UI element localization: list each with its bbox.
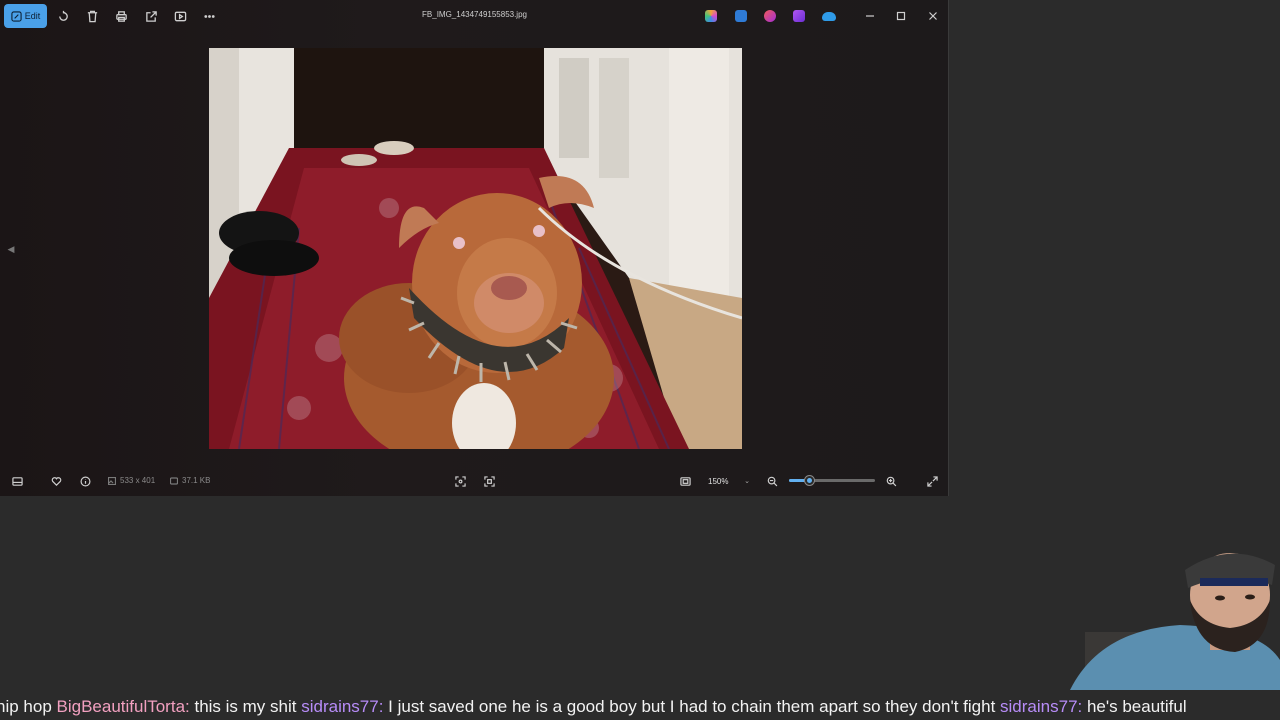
- dog-photo: [209, 48, 742, 449]
- chat-message-text: this is my shit: [189, 697, 302, 716]
- previous-photo-button[interactable]: ◀: [4, 240, 18, 258]
- zoom-slider[interactable]: [789, 475, 875, 486]
- close-button[interactable]: [918, 4, 948, 28]
- zoom-in-button[interactable]: [882, 472, 900, 490]
- chevron-left-icon: ◀: [7, 243, 15, 254]
- share-button[interactable]: [139, 4, 163, 28]
- zoom-level-dropdown[interactable]: 150% ⌄: [700, 471, 756, 491]
- favorite-button[interactable]: [47, 472, 65, 490]
- title-bar: Edit FB_IMG_1434749155853.jpg: [0, 0, 949, 32]
- zoom-slider-thumb[interactable]: [803, 475, 815, 486]
- rotate-icon: [58, 10, 68, 21]
- filmstrip-button[interactable]: [8, 472, 26, 490]
- edit-label: Edit: [24, 11, 41, 21]
- maximize-icon: [896, 11, 906, 21]
- designer-app-icon[interactable]: [735, 10, 747, 22]
- storage-icon: [170, 476, 178, 485]
- info-icon: [80, 476, 90, 486]
- file-size-text: 37.1 KB: [182, 476, 211, 485]
- clipchamp-app-icon[interactable]: [764, 10, 776, 22]
- chat-message-text: he's beautiful: [1082, 697, 1187, 716]
- select-button[interactable]: [480, 472, 498, 490]
- share-icon: [145, 10, 157, 22]
- minimize-button[interactable]: [855, 4, 885, 28]
- delete-icon: [87, 10, 97, 22]
- image-icon: [108, 476, 116, 485]
- copilot-app-icon[interactable]: [705, 10, 717, 22]
- more-icon: [203, 14, 215, 18]
- chat-message-text: I just saved one he is a good boy but I …: [383, 697, 1001, 716]
- zoom-out-icon: [767, 476, 777, 486]
- scan-icon: [483, 475, 495, 487]
- chat-ticker: hip hop BigBeautifulTorta: this is my sh…: [0, 693, 1280, 720]
- maximize-button[interactable]: [886, 4, 916, 28]
- chevron-down-icon: ⌄: [744, 478, 750, 485]
- file-info-button[interactable]: [76, 472, 94, 490]
- print-icon: [115, 10, 127, 22]
- chat-username: sidrains77:: [1000, 697, 1083, 716]
- chat-username: BigBeautifulTorta:: [56, 697, 190, 716]
- zoom-out-button[interactable]: [763, 472, 781, 490]
- image-dimensions: 533 x 401: [108, 476, 155, 485]
- webcam-overlay: [1060, 540, 1280, 690]
- edit-button[interactable]: Edit: [4, 4, 47, 28]
- filmstrip-icon: [11, 476, 23, 486]
- zoom-level-value: 150%: [708, 476, 729, 486]
- onedrive-app-icon[interactable]: [822, 12, 836, 21]
- zoom-in-icon: [886, 476, 896, 486]
- heart-icon: [51, 476, 61, 486]
- photos-viewer-window: Edit FB_IMG_1434749155853.jpg ◀ 533 x 40…: [0, 0, 949, 496]
- edit-icon: [11, 10, 22, 22]
- expand-icon: [926, 475, 938, 487]
- delete-button[interactable]: [80, 4, 104, 28]
- fit-icon: [679, 476, 691, 486]
- close-icon: [929, 12, 937, 20]
- streamer-video: [1060, 540, 1280, 690]
- dimensions-text: 533 x 401: [120, 476, 156, 485]
- rotate-button[interactable]: [51, 4, 75, 28]
- file-size: 37.1 KB: [170, 476, 210, 485]
- slideshow-button[interactable]: [168, 4, 192, 28]
- photo-canvas: [209, 48, 742, 449]
- fit-to-window-button[interactable]: [676, 472, 694, 490]
- chat-message-text: hip hop: [0, 697, 57, 716]
- photos-app-icon[interactable]: [793, 10, 805, 22]
- more-options-button[interactable]: [197, 4, 221, 28]
- focus-icon: [454, 475, 466, 487]
- full-screen-button[interactable]: [923, 472, 941, 490]
- chat-username: sidrains77:: [301, 697, 384, 716]
- crop-button[interactable]: [451, 472, 469, 490]
- slideshow-icon: [174, 11, 186, 21]
- minimize-icon: [866, 15, 874, 17]
- print-button[interactable]: [109, 4, 133, 28]
